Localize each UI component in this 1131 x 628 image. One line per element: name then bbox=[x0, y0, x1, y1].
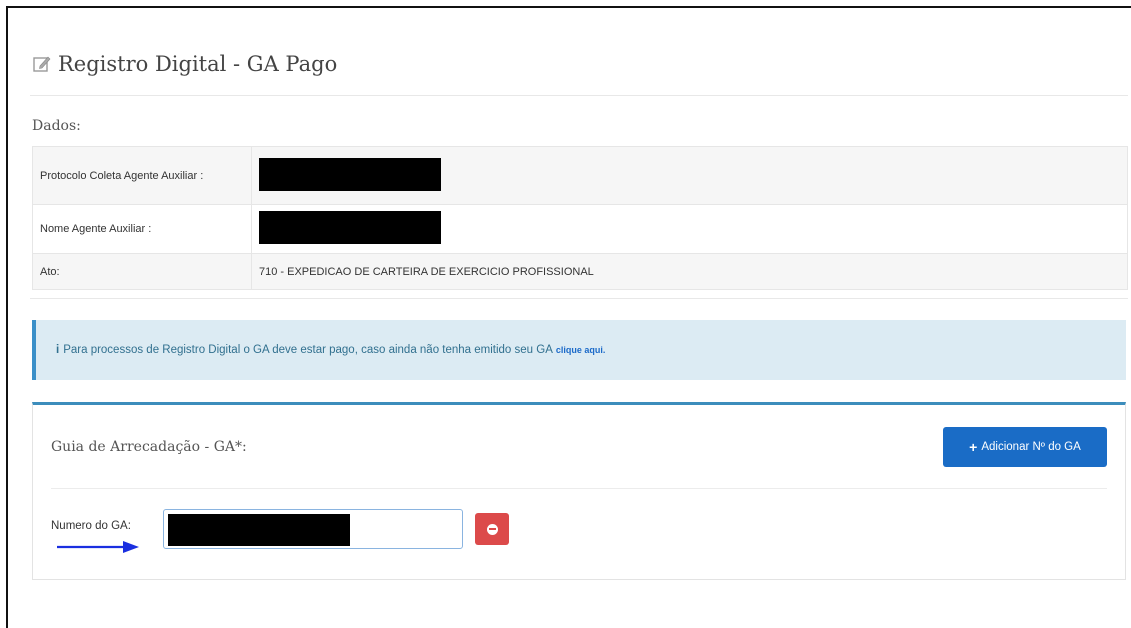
row-value-redacted bbox=[251, 146, 1128, 205]
row-key: Nome Agente Auxiliar : bbox=[32, 204, 252, 254]
row-key: Ato: bbox=[32, 253, 252, 290]
edit-icon bbox=[33, 56, 51, 72]
table-row: Ato: 710 - EXPEDICAO DE CARTEIRA DE EXER… bbox=[32, 253, 1128, 290]
dados-table: Protocolo Coleta Agente Auxiliar : Nome … bbox=[32, 146, 1128, 290]
page-title-text: Registro Digital - GA Pago bbox=[58, 52, 338, 76]
clique-aqui-link[interactable]: clique aqui. bbox=[556, 345, 606, 355]
add-ga-button-label: Adicionar Nº do GA bbox=[981, 441, 1081, 453]
info-icon: i bbox=[56, 344, 60, 356]
ga-number-input[interactable] bbox=[163, 509, 463, 549]
ga-panel: Guia de Arrecadação - GA*: + Adicionar N… bbox=[32, 402, 1126, 580]
plus-icon: + bbox=[969, 439, 978, 455]
row-key: Protocolo Coleta Agente Auxiliar : bbox=[32, 146, 252, 205]
redacted-block bbox=[168, 514, 350, 546]
table-row: Nome Agente Auxiliar : bbox=[32, 204, 1128, 254]
ga-number-label: Numero do GA: bbox=[51, 520, 131, 532]
section-divider bbox=[30, 298, 1128, 299]
redacted-block bbox=[259, 157, 441, 191]
arrow-right-icon bbox=[57, 541, 139, 553]
title-divider bbox=[30, 95, 1128, 96]
add-ga-button[interactable]: + Adicionar Nº do GA bbox=[943, 427, 1107, 467]
row-value: 710 - EXPEDICAO DE CARTEIRA DE EXERCICIO… bbox=[251, 253, 1128, 290]
panel-divider bbox=[51, 488, 1107, 489]
row-value-redacted bbox=[251, 204, 1128, 254]
panel-title: Guia de Arrecadação - GA*: bbox=[51, 439, 247, 455]
remove-ga-button[interactable] bbox=[475, 513, 509, 545]
redacted-block bbox=[259, 211, 441, 244]
minus-circle-icon bbox=[486, 523, 498, 535]
page-title: Registro Digital - GA Pago bbox=[32, 52, 337, 76]
info-alert: i Para processos de Registro Digital o G… bbox=[32, 320, 1126, 380]
alert-text: Para processos de Registro Digital o GA … bbox=[63, 344, 553, 356]
dados-label: Dados: bbox=[32, 118, 81, 134]
table-row: Protocolo Coleta Agente Auxiliar : bbox=[32, 146, 1128, 205]
